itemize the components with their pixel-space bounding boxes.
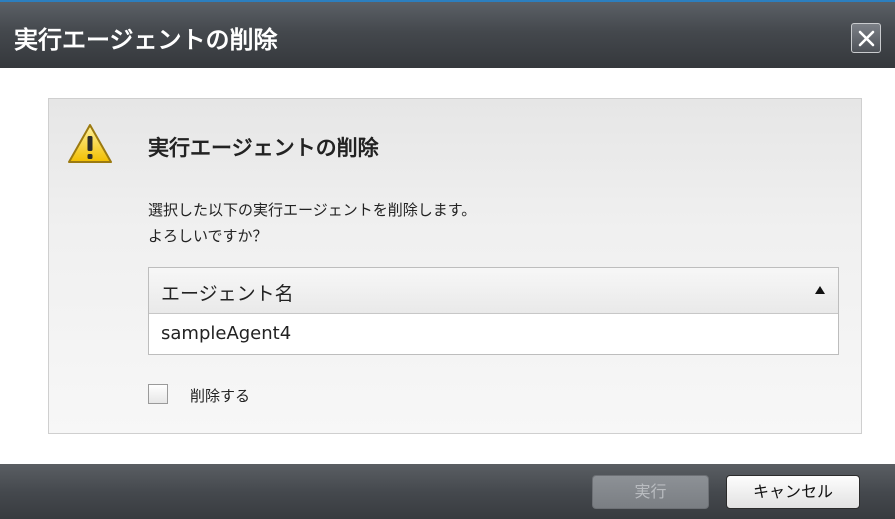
delete-checkbox[interactable] xyxy=(148,384,168,404)
dialog-titlebar: 実行エージェントの削除 xyxy=(0,0,895,68)
warning-icon xyxy=(68,124,112,163)
table-row[interactable]: sampleAgent4 xyxy=(149,314,838,354)
sort-ascending-icon xyxy=(815,286,825,294)
agent-name-cell: sampleAgent4 xyxy=(161,323,292,344)
dialog-title: 実行エージェントの削除 xyxy=(14,26,278,54)
agent-table: エージェント名 sampleAgent4 xyxy=(148,267,839,355)
delete-agent-dialog: 実行エージェントの削除 実行エージェントの削除 選択した以下の実行エージェントを… xyxy=(0,0,895,519)
dialog-footer: 実行 キャンセル xyxy=(0,464,895,519)
execute-button[interactable]: 実行 xyxy=(592,475,709,509)
confirmation-message: 選択した以下の実行エージェントを削除します。 よろしいですか？ xyxy=(148,197,476,249)
cancel-button[interactable]: キャンセル xyxy=(726,475,860,509)
panel-heading: 実行エージェントの削除 xyxy=(148,136,379,160)
column-header-label: エージェント名 xyxy=(161,283,294,305)
column-header-agent-name[interactable]: エージェント名 xyxy=(149,268,838,314)
confirmation-panel: 実行エージェントの削除 選択した以下の実行エージェントを削除します。 よろしいで… xyxy=(48,98,862,434)
message-line-1: 選択した以下の実行エージェントを削除します。 xyxy=(148,201,477,219)
close-button[interactable] xyxy=(851,23,881,53)
message-line-2: よろしいですか？ xyxy=(148,227,268,245)
close-icon xyxy=(858,30,875,47)
delete-checkbox-label[interactable]: 削除する xyxy=(190,385,250,406)
